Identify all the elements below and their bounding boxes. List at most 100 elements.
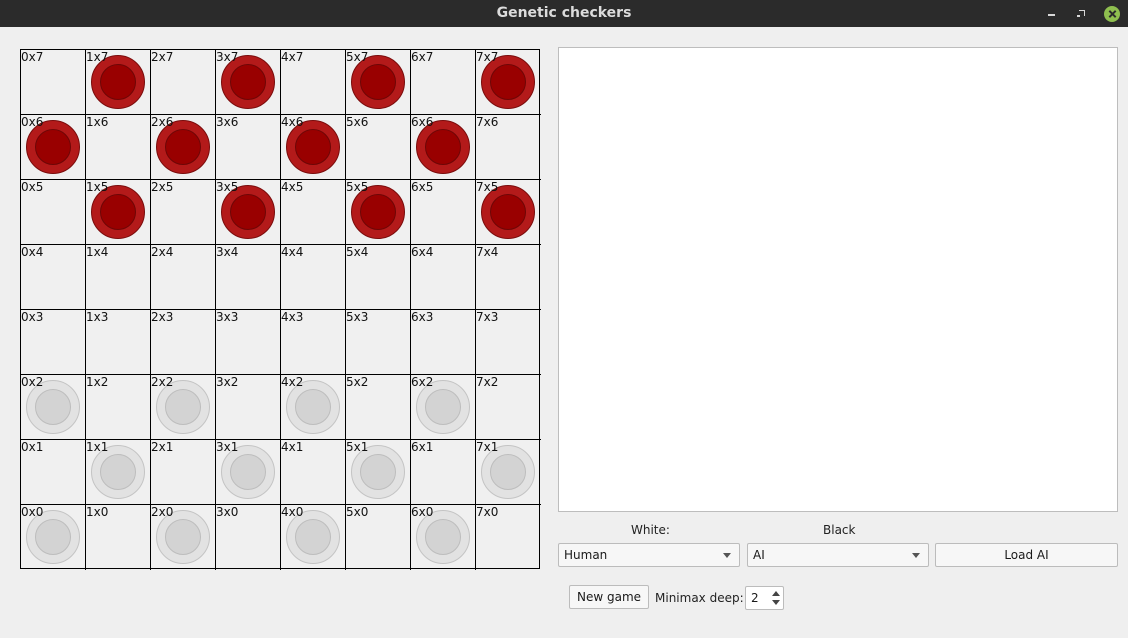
board-cell[interactable]: 0x1 [21,440,86,505]
cell-coordinate-label: 3x6 [216,115,239,129]
board-cell[interactable]: 5x0 [346,505,411,570]
board-cell[interactable]: 6x0 [411,505,476,570]
cell-coordinate-label: 2x5 [151,180,174,194]
board-cell[interactable]: 4x0 [281,505,346,570]
board-cell[interactable]: 1x2 [86,375,151,440]
board-cell[interactable]: 4x6 [281,115,346,180]
cell-coordinate-label: 1x6 [86,115,109,129]
board-cell[interactable]: 2x5 [151,180,216,245]
board-cell[interactable]: 5x1 [346,440,411,505]
board-cell[interactable]: 0x2 [21,375,86,440]
spin-up-icon[interactable] [772,591,780,596]
board-cell[interactable]: 1x5 [86,180,151,245]
minimize-icon[interactable] [1044,6,1060,22]
black-player-select[interactable]: AI [747,543,929,567]
white-player-select[interactable]: Human [558,543,740,567]
board-cell[interactable]: 2x6 [151,115,216,180]
board-cell[interactable]: 4x4 [281,245,346,310]
board-cell[interactable]: 3x5 [216,180,281,245]
board-cell[interactable]: 5x3 [346,310,411,375]
board-cell[interactable]: 7x2 [476,375,541,440]
board-cell[interactable]: 2x0 [151,505,216,570]
new-game-button[interactable]: New game [569,585,649,609]
board-cell[interactable]: 4x3 [281,310,346,375]
cell-coordinate-label: 0x4 [21,245,44,259]
board-cell[interactable]: 0x4 [21,245,86,310]
board-cell[interactable]: 6x1 [411,440,476,505]
close-icon[interactable] [1104,6,1120,22]
board-cell[interactable]: 3x4 [216,245,281,310]
cell-coordinate-label: 6x4 [411,245,434,259]
board-cell[interactable]: 2x2 [151,375,216,440]
board-cell[interactable]: 2x4 [151,245,216,310]
cell-coordinate-label: 0x7 [21,50,44,64]
cell-coordinate-label: 6x0 [411,505,434,519]
board-cell[interactable]: 5x5 [346,180,411,245]
board-cell[interactable]: 1x0 [86,505,151,570]
board-cell[interactable]: 6x6 [411,115,476,180]
board-cell[interactable]: 4x2 [281,375,346,440]
board-cell[interactable]: 1x6 [86,115,151,180]
cell-coordinate-label: 1x3 [86,310,109,324]
board-cell[interactable]: 0x3 [21,310,86,375]
board-cell[interactable]: 4x1 [281,440,346,505]
minimax-depth-spinbox[interactable]: 2 [745,586,784,610]
board-cell[interactable]: 2x1 [151,440,216,505]
cell-coordinate-label: 1x1 [86,440,109,454]
cell-coordinate-label: 7x0 [476,505,499,519]
board-cell[interactable]: 4x7 [281,50,346,115]
cell-coordinate-label: 5x6 [346,115,369,129]
chevron-down-icon [912,553,920,558]
board-cell[interactable]: 5x6 [346,115,411,180]
cell-coordinate-label: 5x7 [346,50,369,64]
board-cell[interactable]: 5x4 [346,245,411,310]
board-cell[interactable]: 4x5 [281,180,346,245]
board-cell[interactable]: 3x2 [216,375,281,440]
board-cell[interactable]: 3x1 [216,440,281,505]
board-cell[interactable]: 7x5 [476,180,541,245]
maximize-icon[interactable] [1074,6,1090,22]
cell-coordinate-label: 6x5 [411,180,434,194]
board-cell[interactable]: 1x4 [86,245,151,310]
board-cell[interactable]: 7x4 [476,245,541,310]
spin-down-icon[interactable] [772,600,780,605]
load-ai-button[interactable]: Load AI [935,543,1118,567]
title-bar: Genetic checkers [0,0,1128,27]
board-cell[interactable]: 6x4 [411,245,476,310]
board-cell[interactable]: 3x6 [216,115,281,180]
board-cell[interactable]: 2x7 [151,50,216,115]
cell-coordinate-label: 7x7 [476,50,499,64]
cell-coordinate-label: 1x4 [86,245,109,259]
cell-coordinate-label: 4x0 [281,505,304,519]
window-title: Genetic checkers [496,5,632,21]
cell-coordinate-label: 1x0 [86,505,109,519]
board-cell[interactable]: 7x6 [476,115,541,180]
board-cell[interactable]: 7x7 [476,50,541,115]
board-cell[interactable]: 0x5 [21,180,86,245]
board-cell[interactable]: 1x7 [86,50,151,115]
cell-coordinate-label: 7x6 [476,115,499,129]
board-cell[interactable]: 6x3 [411,310,476,375]
board-cell[interactable]: 5x7 [346,50,411,115]
board-cell[interactable]: 5x2 [346,375,411,440]
game-log-panel[interactable] [558,47,1118,512]
board-cell[interactable]: 7x1 [476,440,541,505]
board-cell[interactable]: 0x0 [21,505,86,570]
board-cell[interactable]: 6x5 [411,180,476,245]
board-cell[interactable]: 1x3 [86,310,151,375]
board-cell[interactable]: 3x7 [216,50,281,115]
board-cell[interactable]: 6x2 [411,375,476,440]
board-cell[interactable]: 3x0 [216,505,281,570]
board-cell[interactable]: 1x1 [86,440,151,505]
cell-coordinate-label: 4x1 [281,440,304,454]
board-cell[interactable]: 0x6 [21,115,86,180]
board-cell[interactable]: 3x3 [216,310,281,375]
board-cell[interactable]: 2x3 [151,310,216,375]
board-cell[interactable]: 7x0 [476,505,541,570]
cell-coordinate-label: 3x2 [216,375,239,389]
cell-coordinate-label: 7x2 [476,375,499,389]
cell-coordinate-label: 2x1 [151,440,174,454]
board-cell[interactable]: 0x7 [21,50,86,115]
board-cell[interactable]: 6x7 [411,50,476,115]
board-cell[interactable]: 7x3 [476,310,541,375]
